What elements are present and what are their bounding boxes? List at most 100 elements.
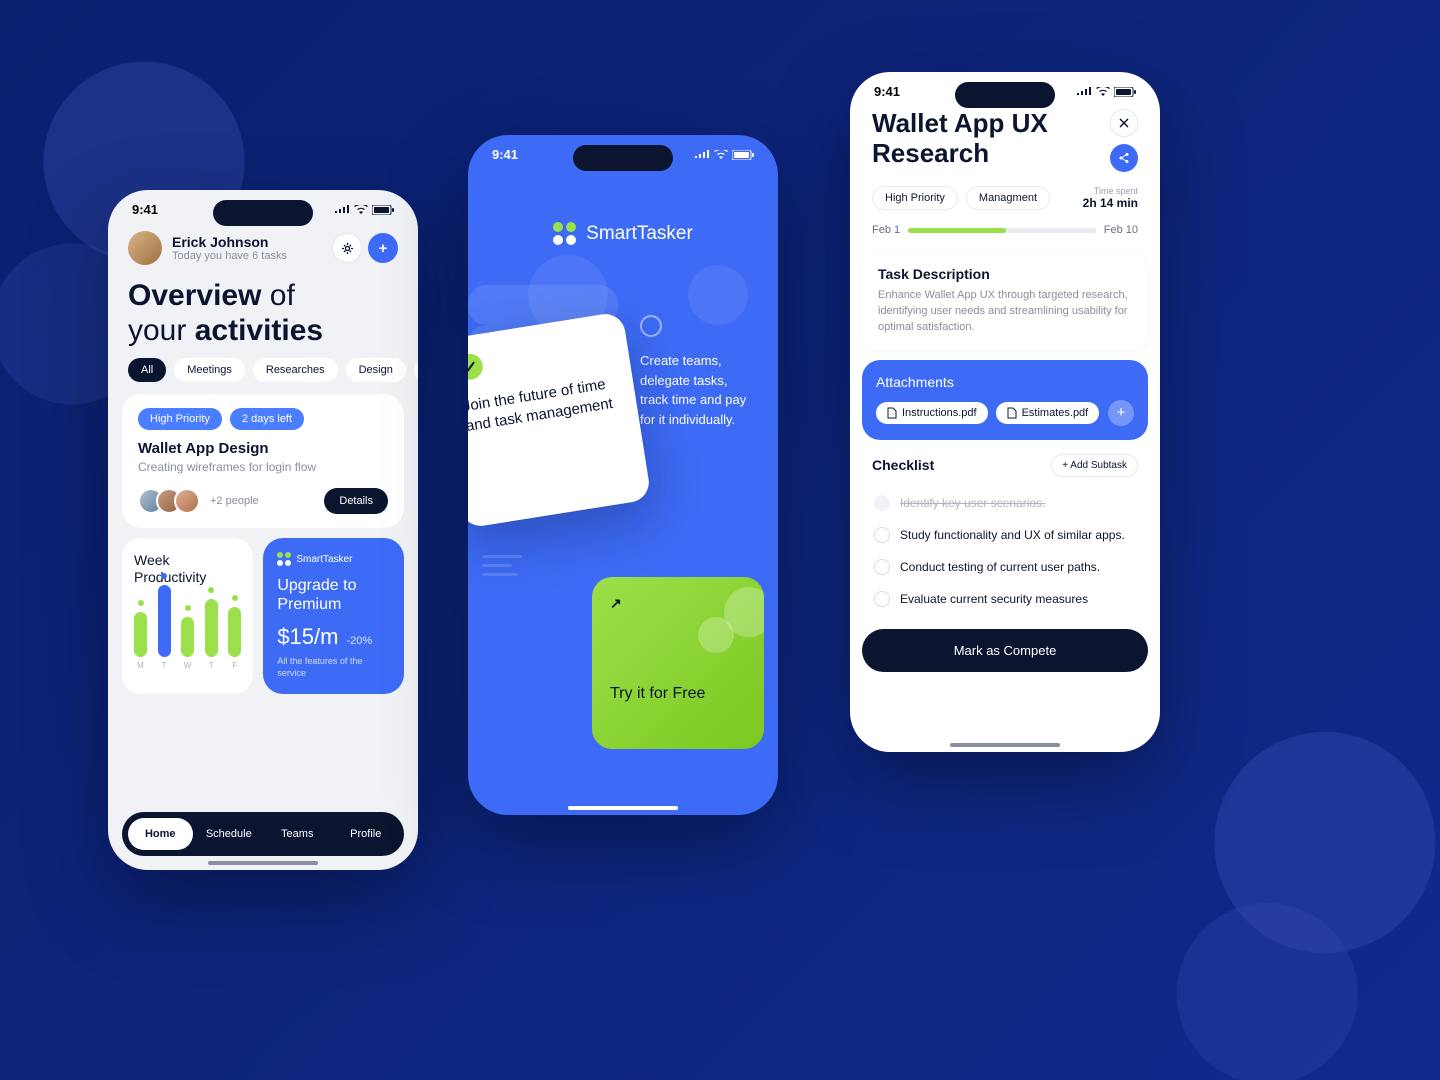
checklist: Checklist + Add Subtask Identify key use… xyxy=(862,450,1148,619)
avatar[interactable] xyxy=(128,231,162,265)
add-subtask-button[interactable]: + Add Subtask xyxy=(1051,454,1138,477)
filter-meetings[interactable]: Meetings xyxy=(174,358,245,382)
checklist-item[interactable]: Conduct testing of current user paths. xyxy=(872,551,1138,583)
filter-design[interactable]: Design xyxy=(346,358,406,382)
nav-schedule[interactable]: Schedule xyxy=(197,818,262,850)
bar-dot xyxy=(185,605,191,611)
productivity-bars: MTWTF xyxy=(134,598,241,670)
details-button[interactable]: Details xyxy=(324,488,388,514)
bar-col: W xyxy=(181,605,194,670)
description-heading: Task Description xyxy=(878,266,1132,282)
page-title: Overview of your activities xyxy=(108,273,418,358)
check-icon xyxy=(468,352,485,382)
progress-bar xyxy=(908,228,1096,233)
checkbox-icon[interactable] xyxy=(874,527,890,543)
home-indicator xyxy=(208,861,318,865)
filter-researches[interactable]: Researches xyxy=(253,358,338,382)
checklist-item[interactable]: Evaluate current security measures xyxy=(872,583,1138,615)
nav-profile[interactable]: Profile xyxy=(334,818,399,850)
bar-label: W xyxy=(184,661,192,670)
bar-dot xyxy=(161,573,167,579)
share-button[interactable] xyxy=(1110,144,1138,172)
checklist-item[interactable]: Identify key user scenarios. xyxy=(872,487,1138,519)
mark-complete-button[interactable]: Mark as Compete xyxy=(862,629,1148,672)
filter-all[interactable]: All xyxy=(128,358,166,382)
upgrade-heading: Upgrade to Premium xyxy=(277,576,390,614)
attachments-card: Attachments Instructions.pdf Estimates.p… xyxy=(862,360,1148,440)
headline-text: Join the future of time and task managem… xyxy=(468,373,620,437)
bottom-nav: Home Schedule Teams Profile xyxy=(122,812,404,856)
checklist-item-text: Study functionality and UX of similar ap… xyxy=(900,528,1125,542)
bar-dot xyxy=(208,587,214,593)
phone-task-detail-screen: 9:41 Wallet App UX Research High Priorit… xyxy=(850,72,1160,752)
signal-icon xyxy=(694,150,710,160)
cta-tile[interactable]: ↗ Try it for Free xyxy=(592,577,764,749)
decorative-lines xyxy=(482,555,522,582)
close-button[interactable] xyxy=(1110,109,1138,137)
feature-tile: Create teams, delegate tasks, track time… xyxy=(624,295,764,445)
filter-chips: All Meetings Researches Design Al xyxy=(108,358,418,394)
description-card: Task Description Enhance Wallet App UX t… xyxy=(862,252,1148,350)
bar xyxy=(158,585,171,657)
bar xyxy=(134,612,147,657)
date-end: Feb 10 xyxy=(1104,224,1138,236)
time-spent: Time spent 2h 14 min xyxy=(1083,186,1138,210)
user-header: Erick Johnson Today you have 6 tasks + xyxy=(108,221,418,273)
upgrade-card[interactable]: SmartTasker Upgrade to Premium $15/m -20… xyxy=(263,538,404,694)
checklist-item[interactable]: Study functionality and UX of similar ap… xyxy=(872,519,1138,551)
tags-row: High Priority Managment Time spent 2h 14… xyxy=(872,186,1138,210)
status-time: 9:41 xyxy=(874,84,900,99)
file-icon xyxy=(887,407,897,419)
notch xyxy=(573,145,673,171)
file-pill[interactable]: Estimates.pdf xyxy=(996,402,1100,424)
settings-button[interactable] xyxy=(332,233,362,263)
share-icon xyxy=(1118,152,1130,164)
task-detail-title: Wallet App UX Research xyxy=(872,109,1110,169)
bar-col: F xyxy=(228,595,241,670)
wifi-icon xyxy=(354,205,368,215)
radio-icon xyxy=(640,315,662,337)
category-tag[interactable]: Managment xyxy=(966,186,1050,210)
timeline: Feb 1 Feb 10 xyxy=(872,224,1138,236)
priority-badge: High Priority xyxy=(138,408,222,430)
add-button[interactable]: + xyxy=(368,233,398,263)
filter-al[interactable]: Al xyxy=(414,358,418,382)
status-icons xyxy=(694,150,754,160)
checkbox-icon[interactable] xyxy=(874,495,890,511)
status-time: 9:41 xyxy=(492,147,518,162)
logo-icon xyxy=(277,552,291,566)
bar-dot xyxy=(138,600,144,606)
productivity-title: Week Productivity xyxy=(134,552,241,586)
logo-icon xyxy=(553,222,576,245)
assignee-avatars xyxy=(138,488,200,514)
user-name: Erick Johnson xyxy=(172,234,287,250)
brand-logo: SmartTasker xyxy=(468,222,778,245)
signal-icon xyxy=(1076,87,1092,97)
checkbox-icon[interactable] xyxy=(874,559,890,575)
bar-col: T xyxy=(158,573,171,670)
bar-col: M xyxy=(134,600,147,670)
phone-onboarding-screen: 9:41 SmartTasker Create teams, delegate … xyxy=(468,135,778,815)
description-body: Enhance Wallet App UX through targeted r… xyxy=(878,288,1132,336)
battery-icon xyxy=(732,150,754,160)
discount-badge: -20% xyxy=(346,635,372,647)
priority-tag[interactable]: High Priority xyxy=(872,186,958,210)
checkbox-icon[interactable] xyxy=(874,591,890,607)
bar-label: F xyxy=(232,661,237,670)
phone-home-screen: 9:41 Erick Johnson Today you have 6 task… xyxy=(108,190,418,870)
file-pill[interactable]: Instructions.pdf xyxy=(876,402,988,424)
more-people: +2 people xyxy=(210,495,259,507)
user-subline: Today you have 6 tasks xyxy=(172,250,287,262)
nav-teams[interactable]: Teams xyxy=(265,818,330,850)
headline-tile: Join the future of time and task managem… xyxy=(468,311,652,528)
date-start: Feb 1 xyxy=(872,224,900,236)
wifi-icon xyxy=(714,150,728,160)
bar-label: M xyxy=(137,661,144,670)
task-card[interactable]: High Priority 2 days left Wallet App Des… xyxy=(122,394,404,528)
brand-logo: SmartTasker xyxy=(277,552,390,566)
gear-icon xyxy=(341,242,354,255)
productivity-card[interactable]: Week Productivity MTWTF xyxy=(122,538,253,694)
notch xyxy=(955,82,1055,108)
add-file-button[interactable]: + xyxy=(1108,400,1134,426)
nav-home[interactable]: Home xyxy=(128,818,193,850)
